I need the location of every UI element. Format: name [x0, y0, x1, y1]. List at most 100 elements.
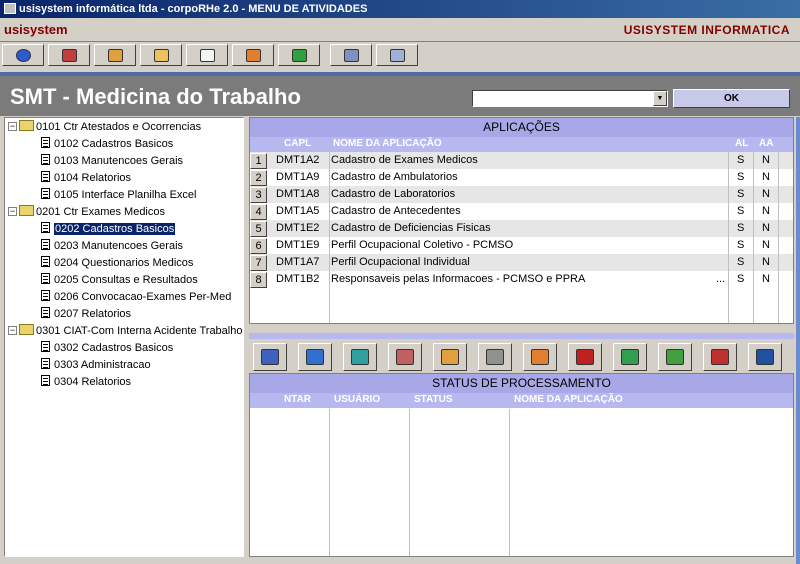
grid-line	[409, 409, 410, 556]
tree-label: 0304 Relatorios	[54, 376, 132, 388]
tree-item[interactable]: 0103 Manutencoes Gerais	[41, 153, 183, 170]
tree-item[interactable]: 0206 Convocacao-Exames Per-Med	[41, 289, 231, 306]
tree-folder[interactable]: − 0301 CIAT-Com Interna Acidente Trabalho	[8, 323, 242, 340]
cell-nome: Perfil Ocupacional Coletivo - PCMSO	[331, 239, 514, 251]
table-row[interactable]: 5 DMT1E2 Cadastro de Deficiencias Fisicas S…	[250, 220, 793, 237]
tree-item[interactable]: 0302 Cadastros Basicos	[41, 340, 173, 357]
document-icon	[41, 307, 50, 318]
cell-al: S	[737, 188, 745, 200]
document-icon	[41, 154, 50, 165]
app-icon	[4, 3, 16, 14]
tree-add-icon	[306, 349, 324, 365]
grid-line	[753, 152, 754, 323]
row-number: 8	[250, 272, 267, 288]
book-button[interactable]	[232, 44, 274, 66]
grid-line	[778, 152, 779, 323]
table-row[interactable]: 6 DMT1E9 Perfil Ocupacional Coletivo - PCM…	[250, 237, 793, 254]
tree-item[interactable]: 0203 Manutencoes Gerais	[41, 238, 183, 255]
undo-icon	[576, 349, 594, 365]
hand-button[interactable]	[94, 44, 136, 66]
undo-button[interactable]	[568, 343, 602, 371]
tree-item[interactable]: 0204 Questionarios Medicos	[41, 255, 193, 272]
settings-button[interactable]	[376, 44, 418, 66]
printer-button[interactable]	[478, 343, 512, 371]
collapse-icon[interactable]: −	[8, 122, 17, 131]
tree-add-button[interactable]	[298, 343, 332, 371]
table-row[interactable]: 4 DMT1A5 Cadastro de Antecedentes S N	[250, 203, 793, 220]
cell-al: S	[737, 273, 745, 285]
table-row[interactable]: 1 DMT1A2 Cadastro de Exames Medicos S N	[250, 152, 793, 169]
ok-button[interactable]: OK	[673, 89, 790, 108]
tools-button[interactable]	[330, 44, 372, 66]
cell-nome: Cadastro de Antecedentes	[331, 205, 461, 217]
green-book-button[interactable]	[278, 44, 320, 66]
back-button[interactable]	[2, 44, 44, 66]
status-panel: STATUS DE PROCESSAMENTO NTAR USUÁRIO STA…	[249, 373, 794, 557]
tree-item[interactable]: 0102 Cadastros Basicos	[41, 136, 173, 153]
document-icon	[41, 256, 50, 267]
table-row[interactable]: 7 DMT1A7 Perfil Ocupacional Individual S N	[250, 254, 793, 271]
doc-lightning-button[interactable]	[658, 343, 692, 371]
module-title: SMT - Medicina do Trabalho	[10, 84, 301, 109]
cell-nome: Cadastro de Deficiencias Fisicas	[331, 222, 491, 234]
recycle-icon	[351, 349, 369, 365]
tree-folder[interactable]: − 0101 Ctr Atestados e Ocorrencias	[8, 119, 201, 136]
col-nome-app: NOME DA APLICAÇÃO	[514, 394, 623, 405]
cell-aa: N	[762, 154, 770, 166]
redo-button[interactable]	[703, 343, 737, 371]
brand-right: USISYSTEM INFORMATICA	[623, 23, 790, 37]
cell-aa: N	[762, 222, 770, 234]
chevron-down-icon[interactable]: ▼	[653, 91, 667, 106]
cell-aa: N	[762, 273, 770, 285]
printer-icon	[486, 349, 504, 365]
tree-item[interactable]: 0303 Administracao	[41, 357, 151, 374]
export-button[interactable]	[523, 343, 557, 371]
table-row[interactable]: 2 DMT1A9 Cadastro de Ambulatorios S N	[250, 169, 793, 186]
tree-item[interactable]: 0202 Cadastros Basicos	[41, 221, 176, 238]
table-row[interactable]: 3 DMT1A8 Cadastro de Laboratorios S N	[250, 186, 793, 203]
cell-aa: N	[762, 239, 770, 251]
users-button[interactable]	[48, 44, 90, 66]
doc-refresh-icon	[621, 349, 639, 365]
tree-button[interactable]	[253, 343, 287, 371]
document-icon	[41, 358, 50, 369]
doc-refresh-button[interactable]	[613, 343, 647, 371]
col-aa: AA	[759, 138, 774, 149]
tree-label: 0204 Questionarios Medicos	[54, 257, 194, 269]
book-icon	[245, 48, 261, 62]
tree-item[interactable]: 0207 Relatorios	[41, 306, 131, 323]
folder-icon	[19, 324, 34, 335]
cell-al: S	[737, 154, 745, 166]
document-icon	[41, 290, 50, 301]
tree-label: 0101 Ctr Atestados e Ocorrencias	[36, 121, 202, 133]
cell-nome: Perfil Ocupacional Individual	[331, 256, 470, 268]
window-title: usisystem informática ltda - corpoRHe 2.…	[19, 3, 368, 15]
cell-capl: DMT1A7	[276, 256, 320, 268]
cell-al: S	[737, 256, 745, 268]
cell-capl: DMT1B2	[276, 273, 320, 285]
calendar-button[interactable]	[388, 343, 422, 371]
menu-tree[interactable]: − 0101 Ctr Atestados e Ocorrencias 0102 Ca…	[4, 117, 244, 557]
tree-icon	[261, 349, 279, 365]
row-number: 5	[250, 221, 267, 237]
clock-button[interactable]	[433, 343, 467, 371]
tree-item[interactable]: 0104 Relatorios	[41, 170, 131, 187]
module-combo[interactable]: ▼	[472, 90, 668, 107]
redo-icon	[711, 349, 729, 365]
word-button[interactable]	[748, 343, 782, 371]
col-status: STATUS	[414, 394, 453, 405]
collapse-icon[interactable]: −	[8, 326, 17, 335]
table-row[interactable]: 8 DMT1B2 Responsaveis pelas Informacoes - …	[250, 271, 793, 288]
tree-item[interactable]: 0205 Consultas e Resultados	[41, 272, 198, 289]
checklist-button[interactable]	[186, 44, 228, 66]
document-icon	[41, 222, 50, 233]
tree-item[interactable]: 0105 Interface Planilha Excel	[41, 187, 196, 204]
tree-folder[interactable]: − 0201 Ctr Exames Medicos	[8, 204, 165, 221]
cell-al: S	[737, 205, 745, 217]
recycle-button[interactable]	[343, 343, 377, 371]
doc-lightning-icon	[666, 349, 684, 365]
exit-button[interactable]	[140, 44, 182, 66]
tree-item[interactable]: 0304 Relatorios	[41, 374, 131, 391]
collapse-icon[interactable]: −	[8, 207, 17, 216]
window-titlebar: usisystem informática ltda - corpoRHe 2.…	[0, 0, 800, 18]
